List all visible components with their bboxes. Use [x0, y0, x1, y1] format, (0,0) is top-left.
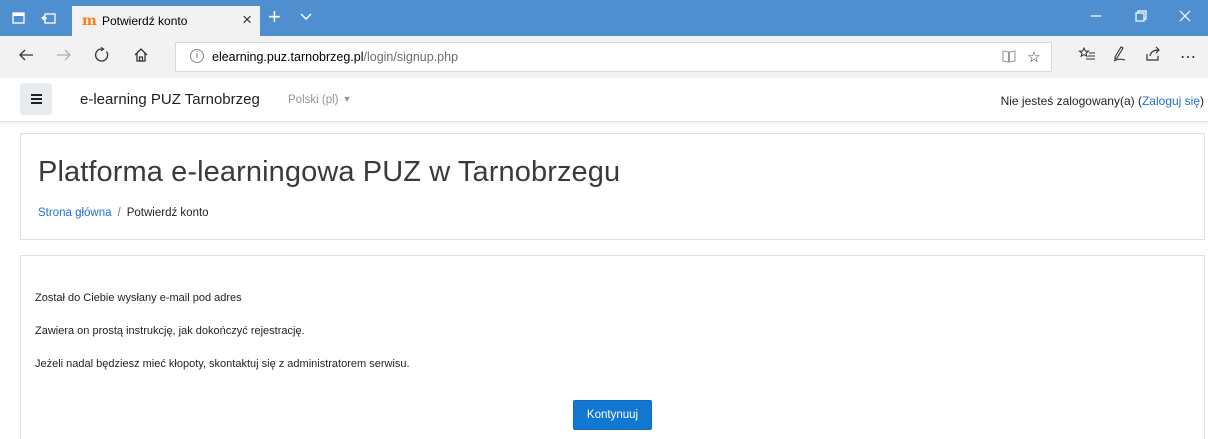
tab-close-icon[interactable]: ×	[242, 10, 252, 30]
breadcrumb: Strona główna / Potwierdź konto	[38, 207, 209, 219]
language-menu[interactable]: Polski (pl) ▼	[288, 94, 351, 106]
browser-titlebar: m Potwierdź konto × +	[0, 0, 1208, 36]
favorite-star-icon[interactable]: ☆	[1024, 48, 1044, 68]
new-tab-icon[interactable]: +	[268, 4, 281, 30]
address-url[interactable]: elearning.puz.tarnobrzeg.pl/login/signup…	[212, 50, 458, 64]
browser-tab-active[interactable]: m Potwierdź konto ×	[72, 6, 260, 36]
home-icon[interactable]	[129, 46, 153, 70]
tab-preview-chevron-icon[interactable]	[300, 7, 312, 29]
site-navbar: e-learning PUZ Tarnobrzeg Polski (pl) ▼ N…	[0, 78, 1208, 122]
share-icon[interactable]	[1141, 46, 1165, 70]
login-status-text: Nie jesteś zalogowany(a) (	[1000, 94, 1142, 108]
tab-title: Potwierdź konto	[102, 14, 188, 28]
login-info: Nie jesteś zalogowany(a) (Zaloguj się)	[1001, 94, 1204, 108]
instructions-text: Zawiera on prostą instrukcję, jak dokońc…	[35, 325, 305, 337]
address-bar[interactable]: i elearning.puz.tarnobrzeg.pl/login/sign…	[175, 42, 1052, 72]
web-note-pen-icon[interactable]	[1108, 46, 1132, 70]
back-arrow-icon[interactable]	[14, 46, 38, 70]
email-sent-text: Został do Ciebie wysłany e-mail pod adre…	[35, 292, 242, 304]
site-name-link[interactable]: e-learning PUZ Tarnobrzeg	[80, 91, 260, 108]
url-host: elearning.puz.tarnobrzeg.pl	[212, 50, 364, 64]
page-content: e-learning PUZ Tarnobrzeg Polski (pl) ▼ N…	[0, 78, 1208, 439]
breadcrumb-current: Potwierdź konto	[126, 207, 209, 219]
login-status-close: )	[1200, 94, 1204, 108]
browser-navbar: i elearning.puz.tarnobrzeg.pl/login/sign…	[0, 36, 1208, 78]
set-tabs-aside-icon[interactable]	[40, 10, 58, 26]
language-label: Polski (pl)	[288, 94, 339, 106]
breadcrumb-home-link[interactable]: Strona główna	[38, 207, 112, 219]
url-path: /login/signup.php	[363, 50, 459, 64]
login-link[interactable]: Zaloguj się	[1142, 94, 1200, 108]
breadcrumb-separator: /	[117, 207, 121, 219]
close-window-icon[interactable]	[1162, 0, 1208, 36]
moodle-favicon-icon: m	[82, 13, 97, 29]
reading-view-icon[interactable]	[999, 48, 1019, 68]
tab-manager-icon[interactable]	[10, 10, 28, 26]
favorites-list-icon[interactable]	[1075, 46, 1099, 70]
page-title: Platforma e-learningowa PUZ w Tarnobrzeg…	[38, 156, 621, 188]
menu-hamburger-icon[interactable]	[20, 83, 52, 115]
restore-window-icon[interactable]	[1118, 0, 1164, 36]
continue-button[interactable]: Kontynuuj	[573, 400, 652, 430]
more-options-icon[interactable]: ⋯	[1176, 46, 1200, 70]
main-region: Został do Ciebie wysłany e-mail pod adre…	[20, 255, 1205, 439]
caret-down-icon: ▼	[342, 94, 352, 104]
refresh-icon[interactable]	[90, 46, 114, 70]
forward-arrow-icon[interactable]	[52, 46, 76, 70]
page-header: Platforma e-learningowa PUZ w Tarnobrzeg…	[20, 133, 1205, 240]
contact-admin-text: Jeżeli nadal będziesz mieć kłopoty, skon…	[35, 358, 410, 370]
site-info-icon[interactable]: i	[190, 49, 204, 63]
minimize-window-icon[interactable]	[1073, 0, 1119, 36]
